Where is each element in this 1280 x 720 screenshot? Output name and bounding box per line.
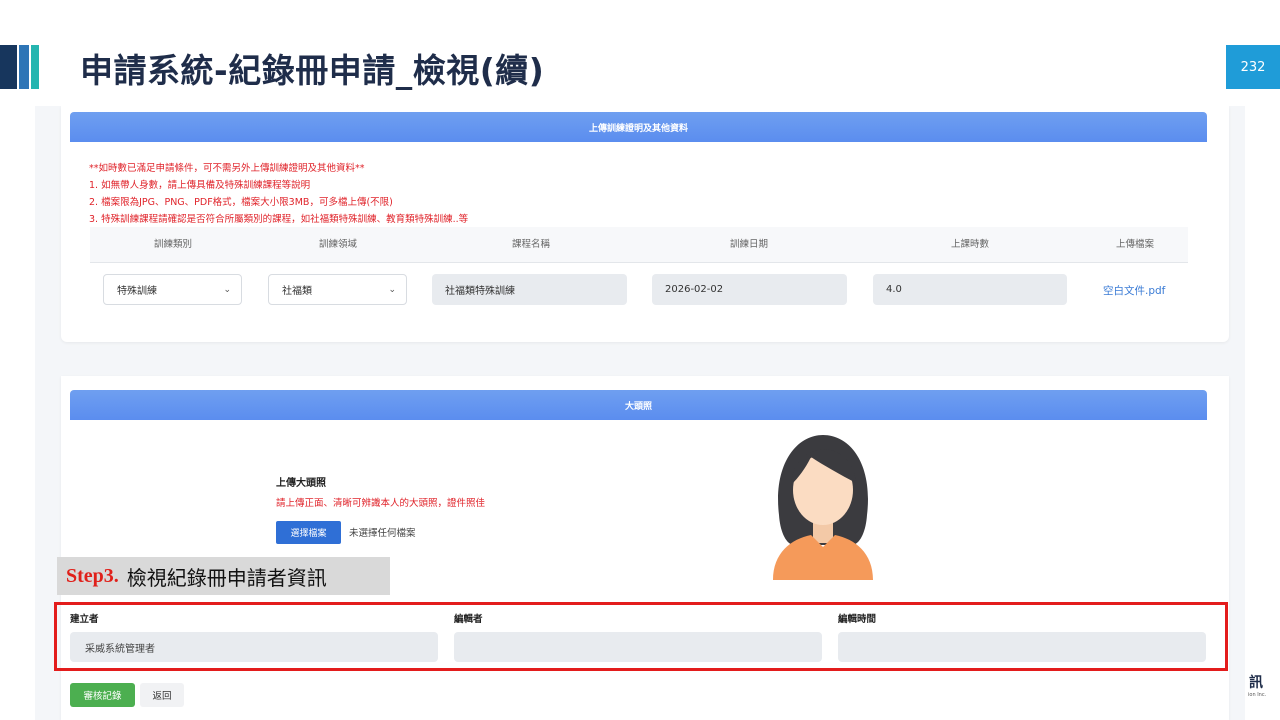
training-note: **如時數已滿足申請條件，可不需另外上傳訓練證明及其他資料**: [89, 163, 365, 174]
column-header-category: 訓練類別: [153, 239, 192, 250]
photo-upload-title: 上傳大頭照: [276, 478, 326, 489]
slide: 申請系統-紀錄冊申請_檢視(續) 232 上傳訓練證明及其他資料 **如時數已滿…: [0, 0, 1280, 720]
training-note: 1. 如無帶人身數，請上傳具備及特殊訓練課程等說明: [89, 180, 311, 191]
training-date-field[interactable]: 2026-02-02: [652, 274, 847, 305]
training-upload-card: 上傳訓練證明及其他資料 **如時數已滿足申請條件，可不需另外上傳訓練證明及其他資…: [61, 106, 1229, 342]
page-number-badge: 232: [1226, 45, 1280, 89]
training-note: 2. 檔案限為JPG、PNG、PDF格式，檔案大小限3MB，可多檔上傳(不限): [89, 197, 393, 208]
column-header-domain: 訓練領域: [318, 239, 357, 250]
company-logo: 訊: [1249, 675, 1263, 691]
training-category-value: 特殊訓練: [117, 286, 157, 297]
step-number: Step3.: [66, 564, 119, 587]
training-note: 3. 特殊訓練課程請確認是否符合所屬類別的課程，如社福類特殊訓練、教育類特殊訓練…: [89, 214, 469, 225]
avatar: [773, 435, 873, 580]
highlight-box: [54, 602, 1228, 671]
header-accent-bar: [0, 45, 17, 89]
company-logo-subtext: ion Inc.: [1248, 692, 1267, 698]
photo-section-header: 大頭照: [70, 390, 1207, 420]
header-accent-bar: [19, 45, 29, 89]
training-category-select[interactable]: 特殊訓練 ⌄: [103, 274, 242, 305]
column-header-course: 課程名稱: [511, 239, 550, 250]
choose-file-button[interactable]: 選擇檔案: [276, 521, 341, 544]
training-section-header: 上傳訓練證明及其他資料: [70, 112, 1207, 142]
training-domain-value: 社福類: [282, 286, 312, 297]
column-header-file: 上傳檔案: [1115, 239, 1154, 250]
slide-title: 申請系統-紀錄冊申請_檢視(續): [80, 51, 545, 90]
column-header-hours: 上課時數: [950, 239, 989, 250]
chevron-down-icon: ⌄: [223, 285, 231, 295]
chevron-down-icon: ⌄: [388, 285, 396, 295]
uploaded-file-link[interactable]: 空白文件.pdf: [1103, 283, 1165, 298]
step-annotation: Step3. 檢視紀錄冊申請者資訊: [57, 557, 390, 595]
header-accent-bar: [31, 45, 39, 89]
no-file-selected-text: 未選擇任何檔案: [349, 528, 416, 539]
review-log-button[interactable]: 審核記錄: [70, 683, 135, 707]
training-domain-select[interactable]: 社福類 ⌄: [268, 274, 407, 305]
back-button[interactable]: 返回: [140, 683, 184, 707]
training-table-header: 訓練類別 訓練領域 課程名稱 訓練日期 上課時數 上傳檔案: [90, 227, 1188, 263]
class-hours-field[interactable]: 4.0: [873, 274, 1067, 305]
step-description: 檢視紀錄冊申請者資訊: [126, 565, 327, 590]
column-header-date: 訓練日期: [729, 239, 768, 250]
photo-upload-hint: 請上傳正面、清晰可辨識本人的大頭照，證件照佳: [276, 498, 486, 509]
course-name-field[interactable]: 社福類特殊訓練: [432, 274, 627, 305]
